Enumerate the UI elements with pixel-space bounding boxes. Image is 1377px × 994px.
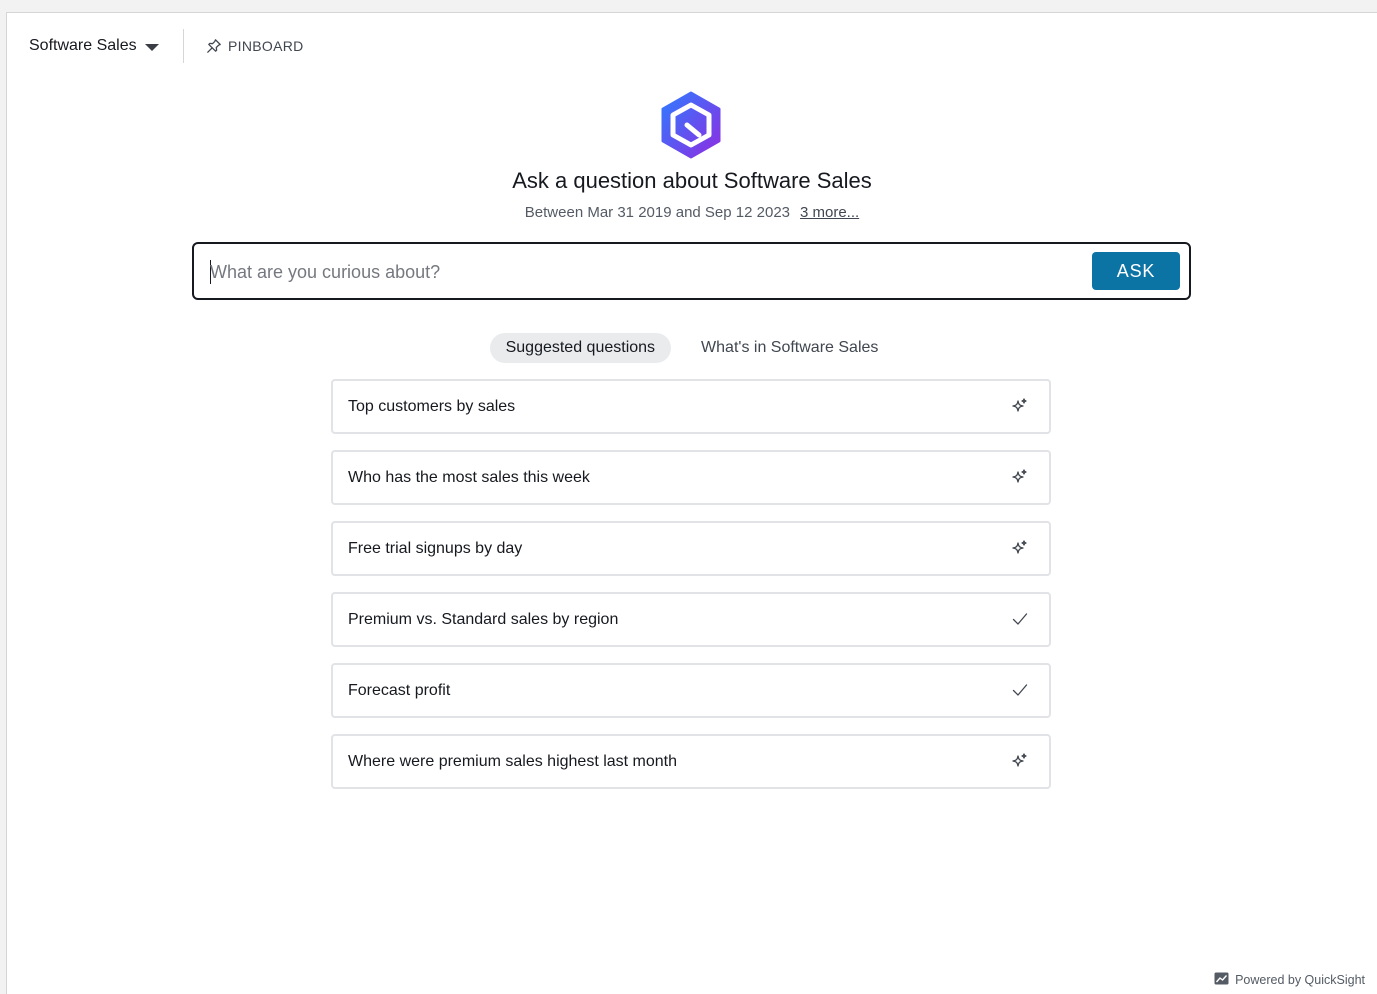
suggested-question-item[interactable]: Top customers by sales bbox=[331, 379, 1051, 434]
topic-selector[interactable]: Software Sales bbox=[29, 34, 159, 58]
divider bbox=[183, 29, 184, 63]
suggested-question-item[interactable]: Forecast profit bbox=[331, 663, 1051, 718]
quicksight-logo-icon bbox=[1214, 972, 1229, 988]
suggested-question-item[interactable]: Who has the most sales this week bbox=[331, 450, 1051, 505]
sparkle-icon bbox=[1011, 397, 1029, 415]
question-text: Where were premium sales highest last mo… bbox=[348, 753, 678, 770]
ask-button[interactable]: ASK bbox=[1092, 252, 1180, 290]
pinboard-label: PINBOARD bbox=[228, 38, 304, 54]
top-bar: Software Sales PINBOARD bbox=[7, 13, 1377, 79]
powered-by-text: Powered by QuickSight bbox=[1235, 973, 1365, 987]
suggested-question-item[interactable]: Where were premium sales highest last mo… bbox=[331, 734, 1051, 789]
page-title: Ask a question about Software Sales bbox=[512, 168, 872, 193]
question-text: Free trial signups by day bbox=[348, 540, 523, 557]
sparkle-icon bbox=[1011, 752, 1029, 770]
app-frame: Software Sales PINBOARD Ask a question a… bbox=[6, 12, 1377, 994]
tab-whats-in-topic[interactable]: What's in Software Sales bbox=[685, 333, 894, 363]
suggested-questions-list: Top customers by sales Who has the most … bbox=[331, 379, 1051, 805]
question-text: Forecast profit bbox=[348, 682, 451, 699]
question-text: Who has the most sales this week bbox=[348, 469, 590, 486]
checkmark-icon bbox=[1011, 610, 1029, 628]
tab-suggested-questions[interactable]: Suggested questions bbox=[489, 333, 672, 363]
powered-by-footer: Powered by QuickSight bbox=[1214, 972, 1365, 988]
pin-icon bbox=[206, 38, 222, 54]
question-search-box: ASK bbox=[192, 242, 1191, 300]
date-range-text: Between Mar 31 2019 and Sep 12 2023 3 mor… bbox=[7, 204, 1377, 221]
question-input[interactable] bbox=[210, 256, 1070, 288]
pinboard-button[interactable]: PINBOARD bbox=[206, 35, 304, 57]
checkmark-icon bbox=[1011, 681, 1029, 699]
question-text: Top customers by sales bbox=[348, 398, 516, 415]
sparkle-icon bbox=[1011, 468, 1029, 486]
more-link[interactable]: 3 more... bbox=[800, 204, 859, 221]
caret-down-icon bbox=[144, 43, 159, 51]
suggested-question-item[interactable]: Premium vs. Standard sales by region bbox=[331, 592, 1051, 647]
suggested-question-item[interactable]: Free trial signups by day bbox=[331, 521, 1051, 576]
sparkle-icon bbox=[1011, 539, 1029, 557]
quicksight-q-logo bbox=[659, 91, 723, 159]
date-range-label: Between Mar 31 2019 and Sep 12 2023 bbox=[524, 204, 790, 221]
question-text: Premium vs. Standard sales by region bbox=[348, 611, 619, 628]
topic-selector-label: Software Sales bbox=[29, 37, 137, 54]
question-tabs: Suggested questions What's in Software S… bbox=[7, 333, 1377, 363]
